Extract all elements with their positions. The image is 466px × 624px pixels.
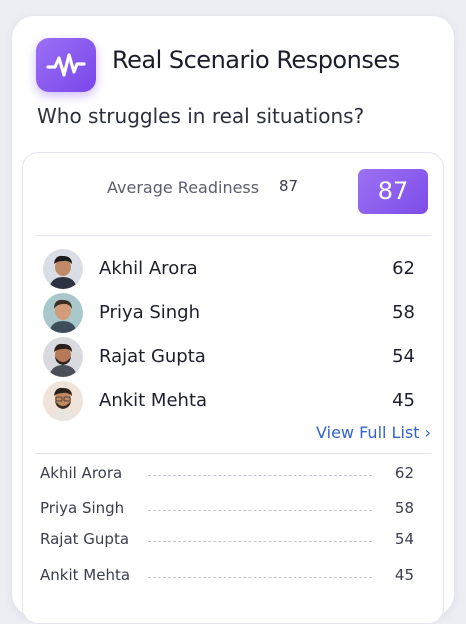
list-item-score: 45	[394, 566, 414, 584]
user-score: 45	[392, 390, 415, 411]
avatar	[43, 337, 83, 377]
list-item[interactable]: Ankit Mehta 45	[40, 566, 420, 588]
readiness-panel: Average Readiness 87 87 Akhil Arora 62 P…	[22, 152, 444, 624]
list-item-name: Rajat Gupta	[40, 530, 136, 548]
list-item-score: 58	[394, 499, 414, 517]
user-row[interactable]: Priya Singh 58	[43, 293, 423, 333]
user-score: 58	[392, 302, 415, 323]
user-score: 54	[392, 346, 415, 367]
user-row[interactable]: Rajat Gupta 54	[43, 337, 423, 377]
list-item[interactable]: Rajat Gupta 54	[40, 530, 420, 552]
dotted-leader	[148, 541, 372, 542]
list-item[interactable]: Akhil Arora 62	[40, 464, 420, 486]
user-row[interactable]: Akhil Arora 62	[43, 249, 423, 289]
list-item-name: Akhil Arora	[40, 464, 129, 482]
dotted-leader	[148, 577, 372, 578]
average-readiness-badge: 87	[358, 169, 428, 214]
user-name: Rajat Gupta	[99, 346, 206, 367]
list-item-score: 54	[394, 530, 414, 548]
dotted-leader	[148, 475, 372, 476]
average-readiness-value: 87	[279, 177, 299, 195]
divider	[35, 235, 431, 236]
list-item-score: 62	[394, 464, 414, 482]
average-readiness-label: Average Readiness	[107, 178, 260, 197]
sound-wave-icon	[42, 171, 88, 211]
list-item[interactable]: Priya Singh 58	[40, 499, 420, 521]
scenario-card: Real Scenario Responses Who struggles in…	[12, 16, 454, 624]
user-name: Priya Singh	[99, 302, 201, 323]
user-name: Ankit Mehta	[99, 390, 208, 411]
page-subtitle: Who struggles in real situations?	[37, 104, 365, 128]
avatar	[43, 293, 83, 333]
user-score: 62	[392, 258, 415, 279]
user-name: Akhil Arora	[99, 258, 198, 279]
activity-wave-icon	[36, 38, 96, 92]
avatar	[43, 381, 83, 421]
divider	[35, 453, 431, 454]
dotted-leader	[148, 510, 372, 511]
user-row[interactable]: Ankit Mehta 45	[43, 381, 423, 421]
view-full-list-link[interactable]: View Full List ›	[316, 423, 431, 442]
avatar	[43, 249, 83, 289]
list-item-name: Ankit Mehta	[40, 566, 137, 584]
page-title: Real Scenario Responses	[112, 46, 400, 74]
list-item-name: Priya Singh	[40, 499, 131, 517]
